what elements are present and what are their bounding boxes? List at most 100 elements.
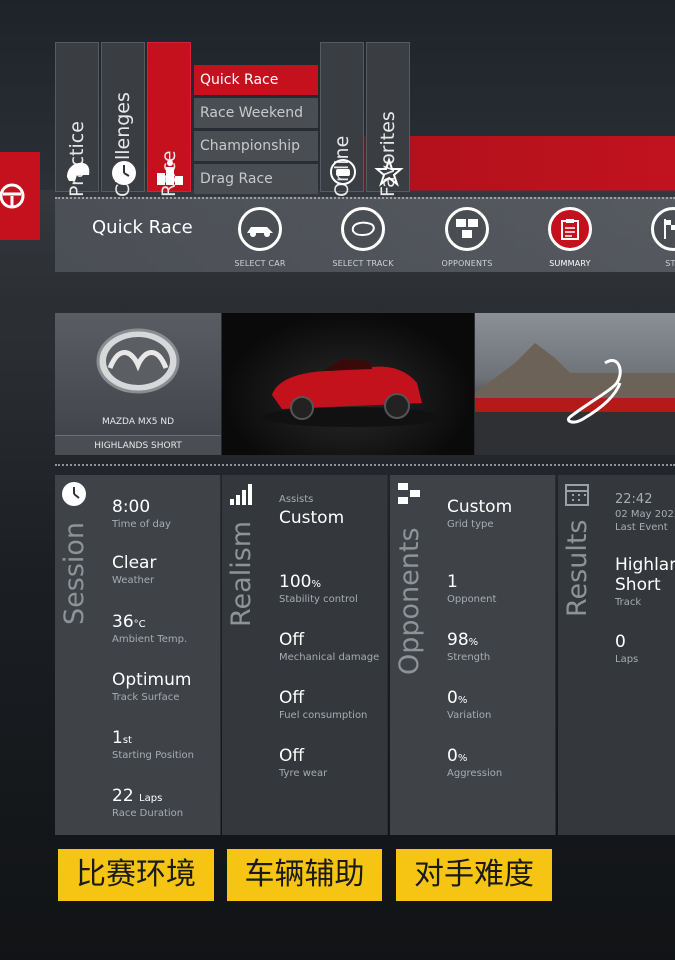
step-opponents[interactable]: OPPONENTS [422,207,512,268]
car-preview-image[interactable] [222,313,474,455]
temp-label: Ambient Temp. [112,634,188,645]
fuel-consumption[interactable]: Off Fuel consumption [279,688,367,721]
tab-race[interactable]: Race [147,42,191,197]
fuel-value: Off [279,688,305,708]
stability-control[interactable]: 100% Stability control [279,572,358,605]
tab-challenges[interactable]: Challenges [101,42,145,197]
clipboard-icon [561,219,579,240]
track-surface[interactable]: Optimum Track Surface [112,670,191,703]
tab-favorites[interactable]: Favorites [366,42,410,197]
strength[interactable]: 98% Strength [447,630,490,663]
tab-practice[interactable]: Practice [55,42,99,197]
caption-race-environment: 比赛环境 [58,849,214,901]
starting-position[interactable]: 1st Starting Position [112,728,194,761]
step-label: SELECT CAR [234,259,286,268]
grid-cars-icon [456,219,478,238]
caption-vehicle-assists: 车辆辅助 [227,849,382,901]
grid-type[interactable]: Custom Grid type [447,497,512,530]
step-select-car[interactable]: SELECT CAR [215,207,305,268]
step-summary[interactable]: SUMMARY [525,207,615,268]
home-button[interactable] [0,152,40,240]
globe-car-icon [330,159,356,185]
podium-icon [157,160,183,185]
steering-wheel-icon [0,183,25,209]
variation-value: 0 [447,688,458,708]
car-brand-card[interactable]: MAZDA MX5 ND HIGHLANDS SHORT [55,313,221,455]
duration-label: Race Duration [112,808,184,819]
divider [55,464,675,466]
stopwatch-icon [112,161,136,185]
grid-value: Custom [447,497,513,517]
mechanical-damage[interactable]: Off Mechanical damage [279,630,379,663]
star-icon [374,157,404,187]
last-track[interactable]: Highlar Short Track [615,555,675,608]
track-preview-image[interactable] [475,313,675,455]
position-value: 1 [112,728,123,748]
variation[interactable]: 0% Variation [447,688,491,721]
count-label: Opponent [447,594,497,605]
weather-label: Weather [112,575,155,586]
time-label: Time of day [112,519,171,530]
race-submenu: Quick Race Race Weekend Championship Dra… [194,65,318,197]
step-select-track[interactable]: SELECT TRACK [318,207,408,268]
variation-label: Variation [447,710,492,721]
stability-label: Stability control [279,594,358,605]
submenu-quick-race[interactable]: Quick Race [194,65,318,95]
tyre-label: Tyre wear [279,768,328,779]
step-bar: Quick Race SELECT CAR SELECT TRACK OPPON… [55,197,675,272]
tyre-value: Off [279,746,305,766]
aggression-label: Aggression [447,768,503,779]
submenu-race-weekend[interactable]: Race Weekend [194,98,318,128]
event-time: 22:42 [615,492,653,507]
submenu-drag-race[interactable]: Drag Race [194,164,318,194]
track-line-1: Highlar [615,555,675,575]
weather[interactable]: Clear Weather [112,553,156,586]
panel-title: Session [59,521,90,625]
panel-title: Realism [226,520,257,627]
mech-value: Off [279,630,305,650]
opponent-count[interactable]: 1 Opponent [447,572,496,605]
event-date: 02 May 2022 [615,509,675,520]
session-panel[interactable]: Session 8:00 Time of day Clear Weather 3… [55,475,221,835]
assists[interactable]: Assists Custom [279,494,344,528]
surface-label: Track Surface [112,692,180,703]
tyre-wear[interactable]: Off Tyre wear [279,746,327,779]
tab-online[interactable]: Online [320,42,364,197]
track-map-image [475,343,675,455]
track-icon [351,221,375,237]
mazda-logo [96,328,180,394]
checkered-flag-icon [664,219,675,239]
step-label: OPPONENTS [441,259,493,268]
laps-label: Laps [615,654,639,665]
step-label: STA [665,259,675,268]
ambient-temp[interactable]: 36°C Ambient Temp. [112,612,187,645]
race-duration[interactable]: 22 Laps Race Duration [112,786,183,819]
strength-label: Strength [447,652,491,663]
aggression-unit: % [457,753,468,764]
submenu-championship[interactable]: Championship [194,131,318,161]
opponents-panel[interactable]: Opponents Custom Grid type 1 Opponent 98… [390,475,556,835]
aggression[interactable]: 0% Aggression [447,746,502,779]
realism-panel[interactable]: Realism Assists Custom 100% Stability co… [222,475,388,835]
position-unit: st [122,735,132,746]
time-value: 8:00 [112,497,151,517]
duration-value: 22 [112,786,134,806]
grid-label: Grid type [447,519,494,530]
temp-unit: °C [133,619,146,630]
assists-caption: Assists [279,494,314,505]
track-label: Track [615,597,642,608]
strength-value: 98 [447,630,469,650]
caption-opponent-difficulty: 对手难度 [396,849,552,901]
grid-cars-icon [398,483,420,504]
strength-unit: % [468,637,479,648]
track-line-2: Short [615,575,661,595]
last-event[interactable]: 22:42 02 May 2022 Last Event [615,492,675,533]
variation-unit: % [457,695,468,706]
step-start[interactable]: STA [628,207,675,268]
weather-value: Clear [112,553,157,573]
stability-value: 100 [279,572,312,592]
results-panel[interactable]: Results 22:42 02 May 2022 Last Event Hig… [558,475,675,835]
laps[interactable]: 0 Laps [615,632,638,665]
time-of-day[interactable]: 8:00 Time of day [112,497,171,530]
car-name: MAZDA MX5 ND [101,417,175,427]
